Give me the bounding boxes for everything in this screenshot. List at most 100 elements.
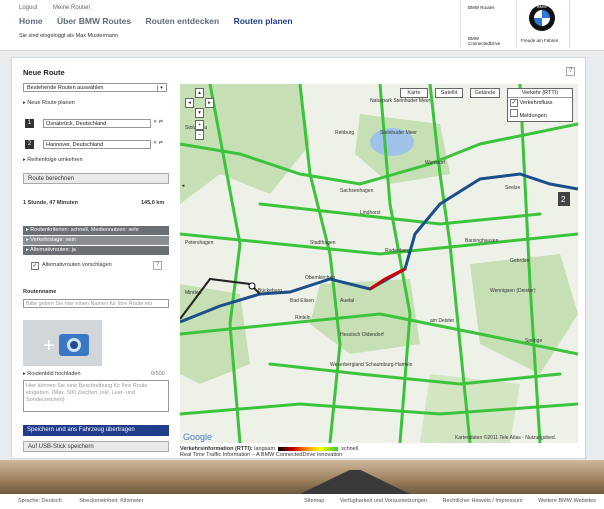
nav-about[interactable]: Über BMW Routes <box>57 16 131 26</box>
saved-routes-select[interactable]: Bestehende Routen auswählen ▾ <box>23 83 167 92</box>
traffic-legend: Verkehrsinformation (RTTI): langsam schne… <box>180 446 358 458</box>
upload-image-link[interactable]: ▸ Routenbild hochladen <box>23 371 81 377</box>
place-label: Wennigsen (Deister) <box>490 288 536 294</box>
place-label: Wunstorf <box>425 160 446 166</box>
place-label: Naturpark Steinhuder Meer <box>370 98 431 104</box>
bmw-logo-box: BMW Freude am Fahren <box>516 0 570 48</box>
place-label: Lindhorst <box>360 210 381 216</box>
brand-title: BMW Routes <box>468 5 495 10</box>
footer-link-sitemap[interactable]: Sitemap <box>304 498 324 504</box>
save-and-send-button[interactable]: Speichern und ans Fahrzeug übertragen <box>23 425 169 436</box>
route-name-input[interactable]: Bitte geben Sie hier einen Namen für Ihr… <box>23 299 169 308</box>
route-image-placeholder[interactable]: + <box>23 320 102 366</box>
map-canvas[interactable]: Naturpark Steinhuder Meer Steinhuder Mee… <box>180 84 578 443</box>
logout-link[interactable]: Logout <box>19 5 37 11</box>
route-duration: 1 Stunde, 47 Minuten <box>23 200 79 206</box>
route-map[interactable]: Naturpark Steinhuder Meer Steinhuder Mee… <box>180 84 578 443</box>
collapse-panel-icon[interactable]: ◂ <box>180 182 186 190</box>
route-name-label: Routenname <box>23 289 57 295</box>
criteria-bar[interactable]: ▸ Routenkriterien: schnell, Mediennutzen… <box>23 226 169 235</box>
char-counter: 0/500 <box>151 371 165 377</box>
legend-gradient <box>278 446 339 451</box>
zoom-in-button[interactable]: + <box>195 120 204 130</box>
place-label: Sachsenhagen <box>340 188 374 194</box>
footer: Sprache: Deutsch Streckeneinheit: Kilome… <box>0 494 604 509</box>
map-type-satellit[interactable]: Satellit <box>435 88 463 98</box>
nav-discover[interactable]: Routen entdecken <box>146 16 220 26</box>
chevron-down-icon: ▾ <box>157 85 165 91</box>
reverse-order-link[interactable]: ▸ Reihenfolge umkehren <box>23 157 83 163</box>
alternative-routes-label: Alternativrouten vorschlagen <box>42 262 112 268</box>
nav-plan-routes[interactable]: Routen planen <box>234 16 293 26</box>
place-label: Hessisch Oldendorf <box>340 332 384 338</box>
route-end-marker[interactable]: 2 <box>561 195 566 204</box>
alternative-help-button[interactable]: ? <box>153 261 162 270</box>
reports-checkbox[interactable] <box>510 109 518 117</box>
alternative-routes-checkbox[interactable]: ✓ <box>31 262 39 270</box>
place-label: Weserbergland Schaumburg-Hameln <box>330 362 413 368</box>
map-copyright: Kartendaten ©2011 Tele Atlas - Nutzungsb… <box>455 434 556 441</box>
traffic-flow-checkbox[interactable]: ✓ <box>510 99 518 107</box>
alternative-routes-bar[interactable]: ▸ Alternativrouten: ja <box>23 246 169 255</box>
logged-in-text: Sie sind eingeloggt als Max Mustermann <box>19 33 119 39</box>
calculate-route-button[interactable]: Route berechnen <box>23 173 169 184</box>
pan-left-button[interactable]: ◂ <box>185 98 194 108</box>
help-button[interactable]: ? <box>566 67 575 76</box>
logo-caption: Freude am Fahren <box>521 38 559 43</box>
pan-up-button[interactable]: ▴ <box>195 88 204 98</box>
new-route-link[interactable]: ▸ Neue Route planen <box>23 100 75 106</box>
route-distance: 145,0 km <box>141 200 165 206</box>
waypoint-options-icon[interactable]: ✕ ⇄ <box>153 140 163 146</box>
nav-home[interactable]: Home <box>19 16 43 26</box>
waypoint-input-2[interactable]: Hannover, Deutschland <box>43 140 151 149</box>
place-label: Seelze <box>505 185 521 191</box>
pan-down-button[interactable]: ▾ <box>195 108 204 118</box>
top-header: Logout Meine Routen Home Über BMW Routes… <box>0 0 604 51</box>
waypoint-options-icon[interactable]: ✕ ⇄ <box>153 119 163 125</box>
footer-link-bmw-sites[interactable]: Weitere BMW Websites <box>538 498 596 504</box>
place-label: Rinteln <box>295 315 311 321</box>
reports-option[interactable]: Meldungen <box>508 108 572 121</box>
footer-landscape-image <box>0 460 604 494</box>
place-label: Bückeburg <box>258 288 282 294</box>
traffic-bar[interactable]: ▸ Verkehrslage: nein <box>23 236 169 245</box>
traffic-panel: Verkehr (RTTI) ✓ Verkehrsfluss Meldungen <box>507 88 573 122</box>
map-type-karte[interactable]: Karte <box>400 88 428 98</box>
bmw-logo-icon: BMW <box>529 4 555 31</box>
description-textarea[interactable]: Hier können Sie eine Beschreibung für Ih… <box>23 380 169 412</box>
brand-box: BMW Routes BMW ConnectedDrive <box>460 0 506 48</box>
place-label: Rodenberg <box>385 248 410 254</box>
waypoint-input-1[interactable]: Osnabrück, Deutschland <box>43 119 151 128</box>
traffic-panel-title: Verkehr (RTTI) <box>508 89 572 98</box>
place-label: Obernkirchen <box>305 275 335 281</box>
zoom-out-button[interactable]: − <box>195 130 204 140</box>
waypoint-number-2: 2 <box>25 140 34 149</box>
footer-link-legal[interactable]: Rechtlicher Hinweis / Impressum <box>443 498 523 504</box>
legend-note: Real Time Traffic Information – A BMW Co… <box>180 452 343 458</box>
camera-icon: + <box>43 334 89 357</box>
svg-text:+: + <box>43 335 55 357</box>
google-logo: Google <box>183 432 212 442</box>
place-label: am Deister <box>430 318 455 324</box>
place-label: Stadthagen <box>310 240 336 246</box>
map-nav-controls: ▴ ◂ ▸ ▾ + − <box>184 88 214 140</box>
route-start-marker[interactable] <box>248 282 256 290</box>
waypoint-number-1: 1 <box>25 119 34 128</box>
place-label: Gehrden <box>510 258 530 264</box>
footer-link-availability[interactable]: Verfügbarkeit und Voraussetzungen <box>340 498 427 504</box>
traffic-flow-option[interactable]: ✓ Verkehrsfluss <box>508 98 572 108</box>
brand-subtitle: BMW ConnectedDrive <box>468 36 501 46</box>
place-label: Petershagen <box>185 240 214 246</box>
footer-units[interactable]: Streckeneinheit: Kilometer <box>79 498 143 504</box>
panel-title: Neue Route <box>23 68 65 77</box>
pan-right-button[interactable]: ▸ <box>205 98 214 108</box>
main-nav: Home Über BMW Routes Routen entdecken Ro… <box>19 16 305 26</box>
place-label: Bad Eilsen <box>290 298 314 304</box>
my-routes-link[interactable]: Meine Routen <box>53 5 90 11</box>
top-links: Logout Meine Routen <box>19 5 104 11</box>
place-label: Springe <box>525 338 542 344</box>
save-usb-button[interactable]: Auf USB-Stick speichern <box>23 441 169 452</box>
place-label: Steinhuder Meer <box>380 130 417 136</box>
map-type-gelaende[interactable]: Gelände <box>470 88 500 98</box>
footer-language[interactable]: Sprache: Deutsch <box>18 498 62 504</box>
